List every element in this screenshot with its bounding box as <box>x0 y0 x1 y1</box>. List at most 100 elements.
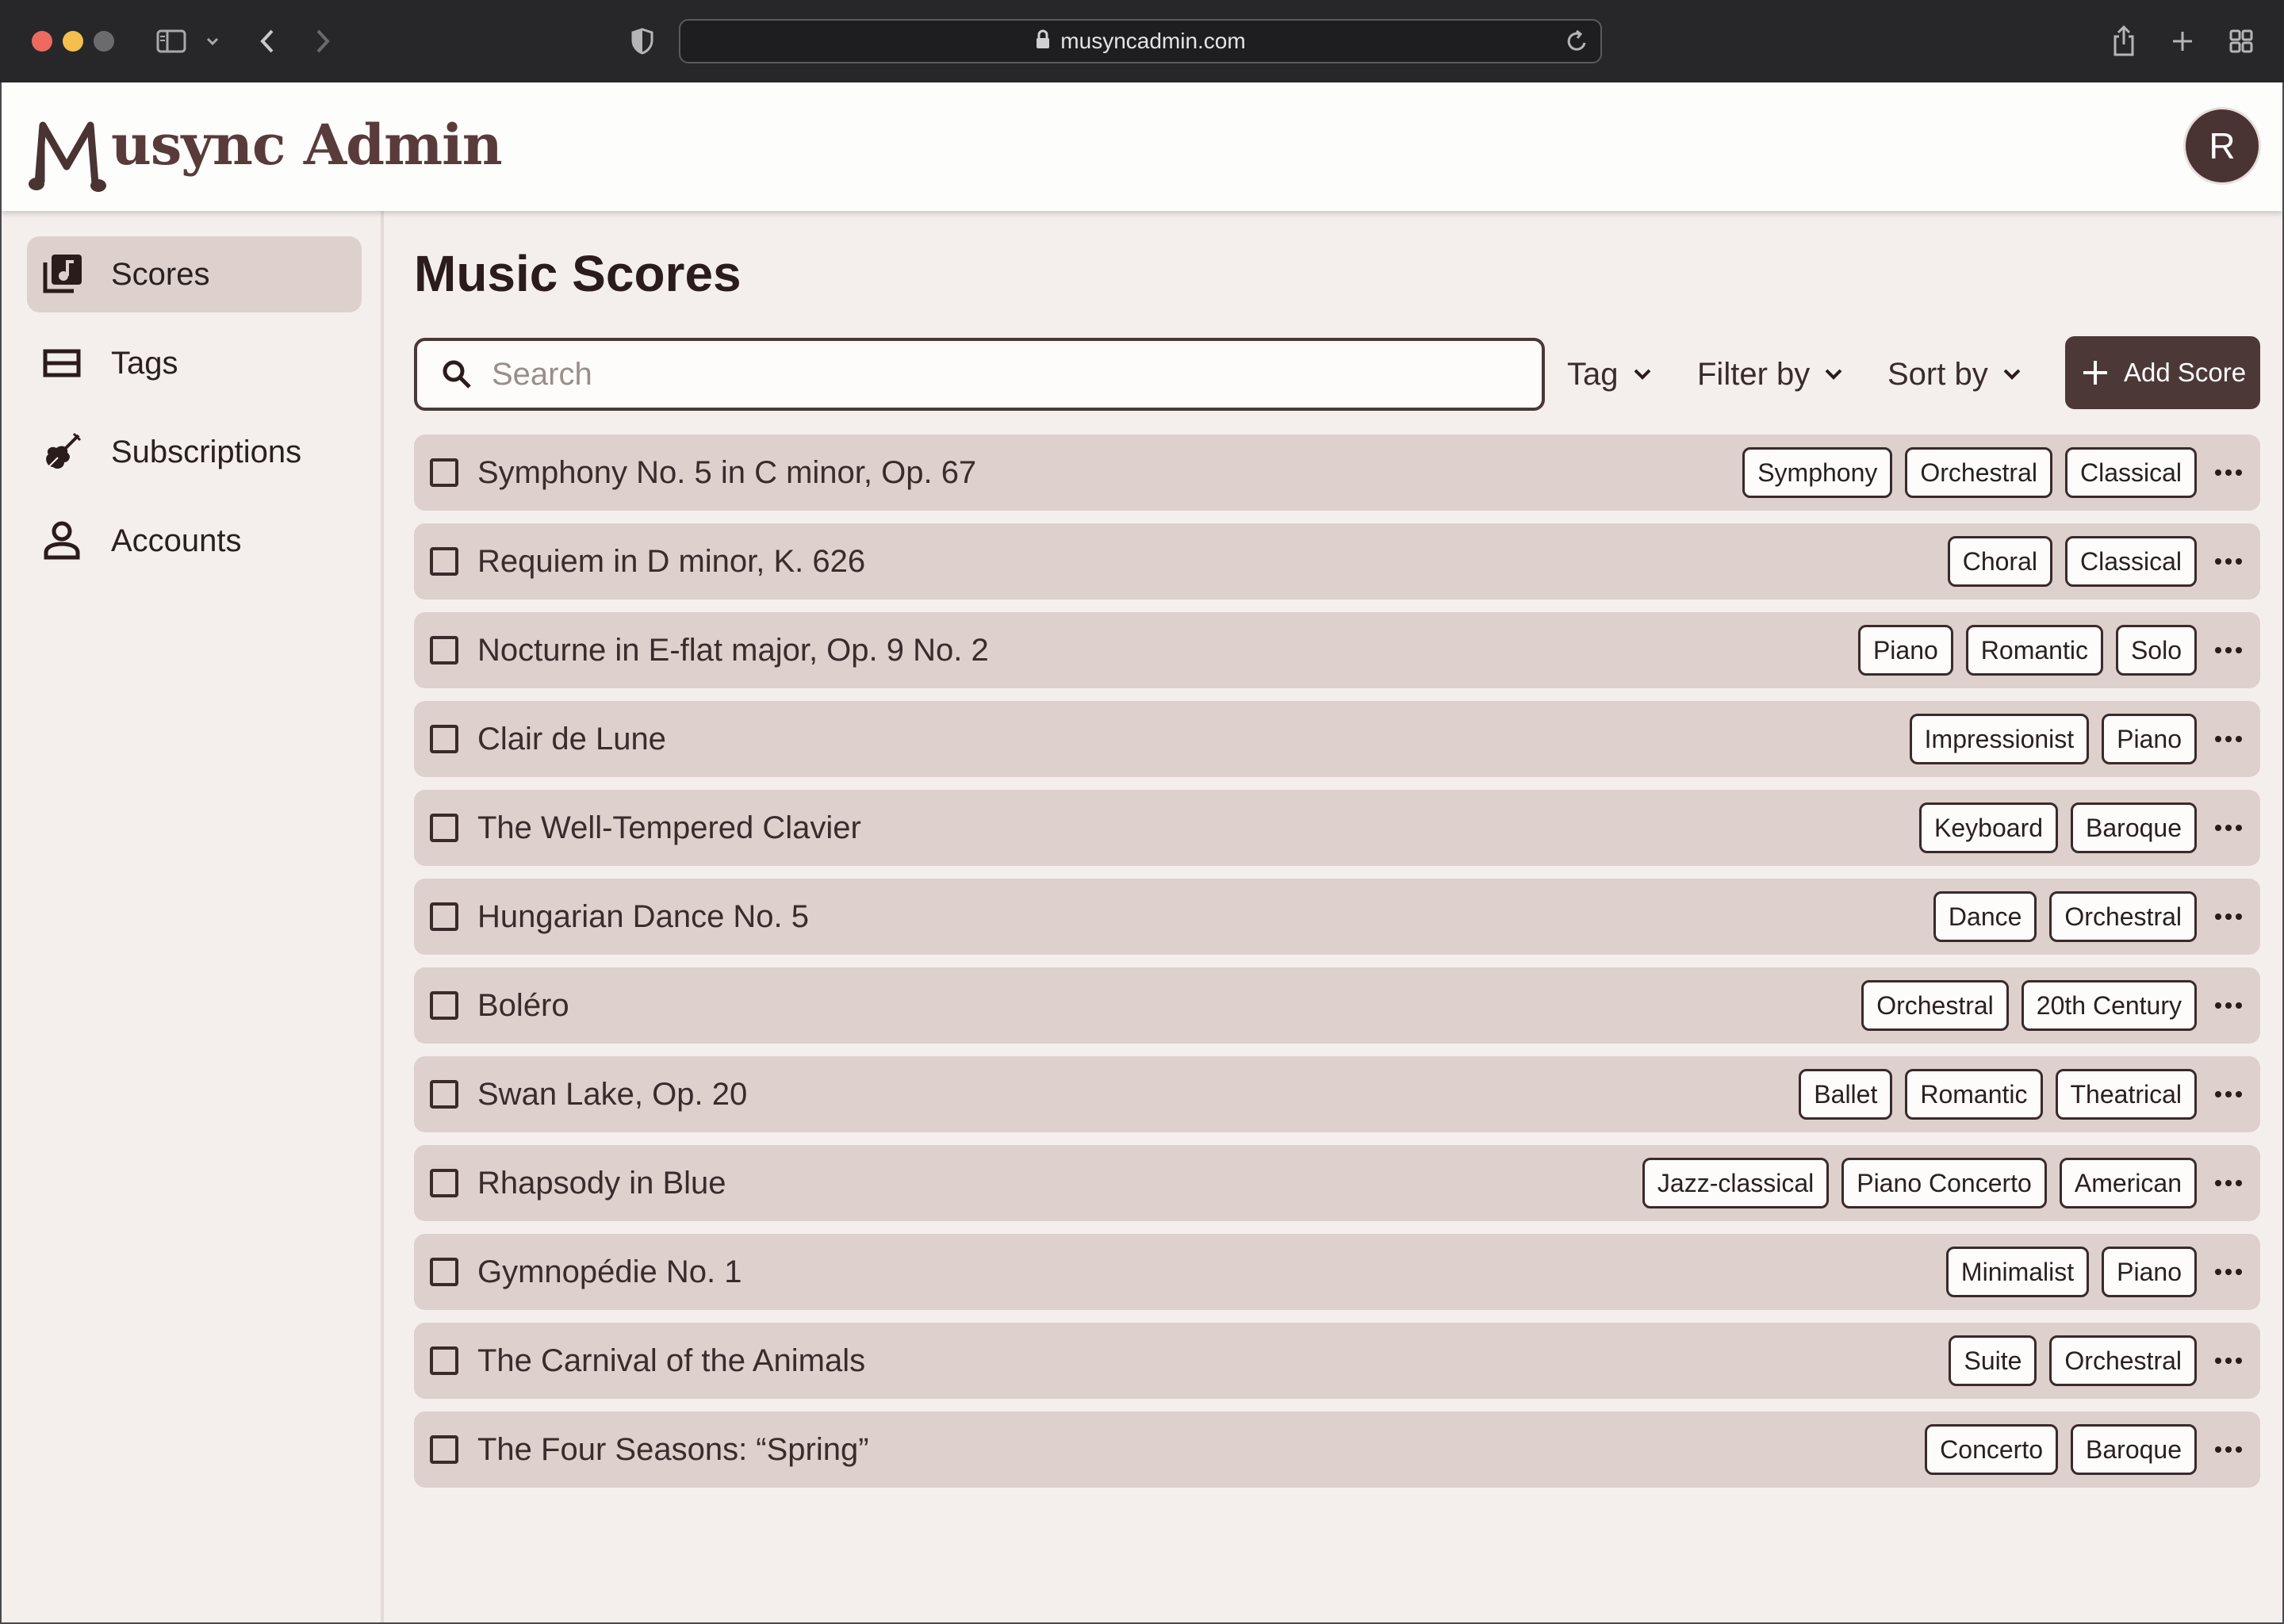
row-checkbox[interactable] <box>430 1169 458 1197</box>
row-checkbox[interactable] <box>430 1435 458 1464</box>
score-row[interactable]: Rhapsody in Blue Jazz-classical Piano Conc… <box>414 1145 2260 1221</box>
score-row[interactable]: Hungarian Dance No. 5 Dance Orchestral <box>414 879 2260 955</box>
tag-chip[interactable]: Concerto <box>1925 1424 2059 1475</box>
tag-chip[interactable]: Theatrical <box>2055 1069 2197 1120</box>
app-logo[interactable]: usync Admin <box>25 106 503 193</box>
row-checkbox[interactable] <box>430 814 458 842</box>
tag-chip[interactable]: Impressionist <box>1909 714 2090 764</box>
row-checkbox[interactable] <box>430 547 458 576</box>
score-row[interactable]: The Well-Tempered Clavier Keyboard Baroque <box>414 790 2260 866</box>
row-checkbox[interactable] <box>430 636 458 665</box>
score-title[interactable]: Symphony No. 5 in C minor, Op. 67 <box>477 455 976 491</box>
tag-chip[interactable]: Baroque <box>2071 802 2197 853</box>
tag-dropdown[interactable]: Tag <box>1567 346 1652 403</box>
search-box[interactable] <box>414 338 1545 411</box>
more-options-icon[interactable] <box>2197 447 2260 498</box>
more-options-icon[interactable] <box>2197 1158 2260 1208</box>
chevron-down-icon[interactable] <box>205 24 220 59</box>
tag-chip[interactable]: Orchestral <box>1905 447 2052 498</box>
tag-chip[interactable]: 20th Century <box>2021 980 2197 1031</box>
sidebar-item-subscriptions[interactable]: Subscriptions <box>27 414 362 490</box>
sidebar-item-tags[interactable]: Tags <box>27 325 362 401</box>
more-options-icon[interactable] <box>2197 1247 2260 1297</box>
minimize-window-button[interactable] <box>63 31 83 52</box>
row-checkbox[interactable] <box>430 725 458 753</box>
sidebar-item-accounts[interactable]: Accounts <box>27 503 362 579</box>
share-icon[interactable] <box>2111 24 2136 59</box>
score-row[interactable]: The Four Seasons: “Spring” Concerto Baroqu… <box>414 1411 2260 1488</box>
more-options-icon[interactable] <box>2197 1335 2260 1386</box>
score-title[interactable]: Boléro <box>477 988 569 1024</box>
tag-chip[interactable]: Piano <box>2102 1247 2197 1297</box>
add-score-button[interactable]: Add Score <box>2065 336 2260 409</box>
shield-icon[interactable] <box>630 24 655 59</box>
tag-chip[interactable]: Romantic <box>1905 1069 2043 1120</box>
score-title[interactable]: The Four Seasons: “Spring” <box>477 1432 869 1468</box>
tag-chip[interactable]: Classical <box>2064 536 2197 587</box>
more-options-icon[interactable] <box>2197 714 2260 764</box>
new-tab-icon[interactable] <box>2170 24 2195 59</box>
score-title[interactable]: Rhapsody in Blue <box>477 1166 726 1201</box>
score-row[interactable]: Symphony No. 5 in C minor, Op. 67 Symphon… <box>414 435 2260 511</box>
filter-by-dropdown[interactable]: Filter by <box>1697 346 1843 403</box>
score-row[interactable]: Requiem in D minor, K. 626 Choral Classica… <box>414 523 2260 599</box>
tag-chip[interactable]: Jazz-classical <box>1642 1158 1830 1208</box>
sidebar-toggle-icon[interactable] <box>155 24 187 59</box>
tag-chip[interactable]: Ballet <box>1799 1069 1893 1120</box>
score-row[interactable]: Gymnopédie No. 1 Minimalist Piano <box>414 1234 2260 1310</box>
tag-chip[interactable]: Choral <box>1947 536 2052 587</box>
more-options-icon[interactable] <box>2197 625 2260 676</box>
close-window-button[interactable] <box>32 31 52 52</box>
score-title[interactable]: Gymnopédie No. 1 <box>477 1254 742 1290</box>
more-options-icon[interactable] <box>2197 802 2260 853</box>
tag-chip[interactable]: Keyboard <box>1919 802 2059 853</box>
tab-overview-icon[interactable] <box>2228 24 2254 59</box>
row-checkbox[interactable] <box>430 1080 458 1109</box>
tag-chip[interactable]: Classical <box>2064 447 2197 498</box>
tag-chip[interactable]: Minimalist <box>1945 1247 2090 1297</box>
user-avatar[interactable]: R <box>2186 109 2259 182</box>
score-title[interactable]: The Well-Tempered Clavier <box>477 810 861 846</box>
tag-chip[interactable]: Piano <box>2102 714 2197 764</box>
tag-chip[interactable]: Dance <box>1933 891 2037 942</box>
tag-chip[interactable]: Orchestral <box>2049 891 2197 942</box>
score-title[interactable]: Nocturne in E-flat major, Op. 9 No. 2 <box>477 633 989 668</box>
row-checkbox[interactable] <box>430 1346 458 1375</box>
zoom-window-button[interactable] <box>94 31 114 52</box>
score-row[interactable]: Swan Lake, Op. 20 Ballet Romantic Theatrica… <box>414 1056 2260 1132</box>
reload-icon[interactable] <box>1565 29 1589 57</box>
address-bar[interactable]: musyncadmin.com <box>679 19 1602 63</box>
more-options-icon[interactable] <box>2197 1424 2260 1475</box>
score-row[interactable]: Boléro Orchestral 20th Century <box>414 967 2260 1044</box>
back-icon[interactable] <box>255 24 279 59</box>
forward-icon[interactable] <box>311 24 335 59</box>
score-title[interactable]: Clair de Lune <box>477 722 666 757</box>
tag-chip[interactable]: Solo <box>2115 625 2197 676</box>
tag-chip[interactable]: Romantic <box>1965 625 2103 676</box>
score-row[interactable]: Nocturne in E-flat major, Op. 9 No. 2 Pia… <box>414 612 2260 688</box>
score-row[interactable]: The Carnival of the Animals Suite Orchestr… <box>414 1323 2260 1399</box>
tag-chip[interactable]: Symphony <box>1742 447 1893 498</box>
score-title[interactable]: Requiem in D minor, K. 626 <box>477 544 865 580</box>
sort-by-dropdown[interactable]: Sort by <box>1887 346 2021 403</box>
more-options-icon[interactable] <box>2197 891 2260 942</box>
score-title[interactable]: The Carnival of the Animals <box>477 1343 865 1379</box>
tag-chip[interactable]: Piano <box>1857 625 1953 676</box>
tag-chip[interactable]: American <box>2059 1158 2197 1208</box>
row-checkbox[interactable] <box>430 458 458 487</box>
search-input[interactable] <box>492 356 1523 393</box>
score-title[interactable]: Swan Lake, Op. 20 <box>477 1077 747 1113</box>
sidebar-item-scores[interactable]: Scores <box>27 236 362 312</box>
tag-chip[interactable]: Orchestral <box>2049 1335 2197 1386</box>
tag-chip[interactable]: Suite <box>1949 1335 2037 1386</box>
more-options-icon[interactable] <box>2197 980 2260 1031</box>
more-options-icon[interactable] <box>2197 536 2260 587</box>
score-title[interactable]: Hungarian Dance No. 5 <box>477 899 809 935</box>
more-options-icon[interactable] <box>2197 1069 2260 1120</box>
row-checkbox[interactable] <box>430 1258 458 1286</box>
row-checkbox[interactable] <box>430 991 458 1020</box>
tag-chip[interactable]: Orchestral <box>1861 980 2009 1031</box>
score-row[interactable]: Clair de Lune Impressionist Piano <box>414 701 2260 777</box>
tag-chip[interactable]: Piano Concerto <box>1841 1158 2047 1208</box>
row-checkbox[interactable] <box>430 902 458 931</box>
